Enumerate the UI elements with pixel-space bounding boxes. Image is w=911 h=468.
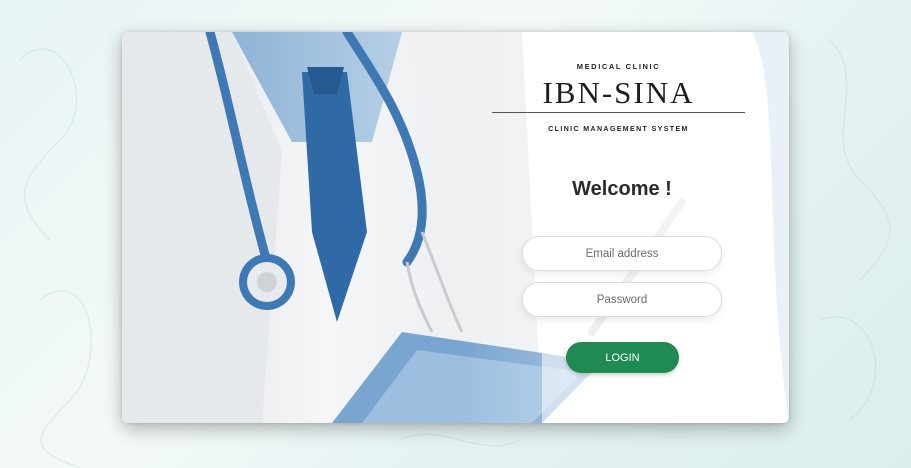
login-button[interactable]: LOGIN [566, 342, 679, 373]
brand-top-text: MEDICAL CLINIC [576, 62, 661, 71]
brand-logo: MEDICAL CLINIC IBN-SINA CLINIC MANAGEMEN… [492, 62, 745, 133]
email-field[interactable] [522, 236, 722, 271]
brand-subtitle: CLINIC MANAGEMENT SYSTEM [548, 126, 689, 133]
welcome-heading: Welcome ! [572, 178, 672, 200]
login-card: MEDICAL CLINIC IBN-SINA CLINIC MANAGEMEN… [122, 32, 789, 423]
brand-title: IBN-SINA [542, 75, 695, 110]
password-field[interactable] [522, 282, 722, 317]
brand-divider [492, 112, 745, 113]
